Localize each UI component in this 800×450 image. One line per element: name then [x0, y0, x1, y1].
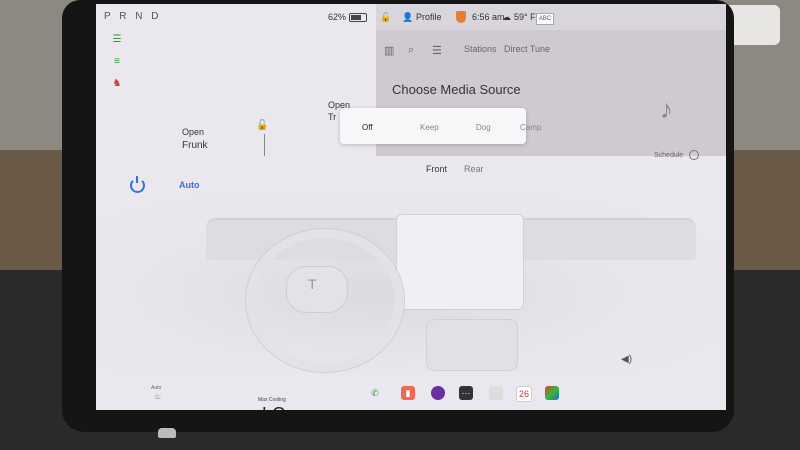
sentry-shield-icon[interactable] — [456, 11, 466, 23]
climate-off-option[interactable]: Off — [362, 123, 373, 132]
profile-icon[interactable]: 👤 — [402, 12, 413, 23]
steering-hub-render — [286, 266, 348, 313]
seatbelt-warning-icon: ♞ — [112, 78, 122, 89]
notes-app-icon[interactable] — [489, 386, 503, 400]
climate-power-icon[interactable] — [130, 178, 145, 193]
seat-heater-icon[interactable]: ♨ — [154, 392, 161, 401]
phone-app-icon[interactable]: ✆ — [368, 386, 382, 400]
car-outline — [264, 134, 265, 156]
trunk-label: Tr — [328, 112, 337, 122]
battery-percent: 62% — [328, 12, 347, 22]
car-settings-icon[interactable] — [158, 428, 176, 438]
climate-keep-popup: Off Keep Dog Camp — [340, 108, 541, 144]
frunk-open-label: Open — [182, 127, 205, 137]
keep-climate-option[interactable]: Keep — [420, 123, 439, 132]
camp-mode-option[interactable]: Camp — [520, 123, 541, 132]
seat-auto-label: Auto — [151, 385, 162, 391]
dog-mode-option[interactable]: Dog — [476, 123, 491, 132]
console-render — [426, 319, 518, 371]
schedule-clock-icon[interactable] — [689, 150, 699, 160]
tesla-logo-icon: T — [308, 276, 317, 292]
schedule-link[interactable]: Schedule — [654, 152, 683, 159]
climate-mode-label: Max Cooling — [258, 397, 286, 403]
rear-zone-tab[interactable]: Rear — [464, 164, 484, 174]
front-zone-tab[interactable]: Front — [426, 164, 447, 174]
airbag-badge: ABC — [536, 13, 554, 25]
media-source-heading: Choose Media Source — [392, 82, 521, 97]
tab-stations[interactable]: Stations — [464, 44, 497, 54]
media-app-icon[interactable]: ▮ — [401, 386, 415, 400]
camera-app-icon[interactable] — [431, 386, 445, 400]
calendar-app-icon[interactable]: 26 — [516, 386, 532, 402]
volume-icon[interactable]: ◀) — [621, 354, 632, 365]
media-library-icon[interactable]: ▥ — [384, 44, 394, 57]
games-app-icon[interactable] — [545, 386, 559, 400]
lock-icon[interactable]: 🔓 — [256, 120, 268, 131]
tab-direct-tune[interactable]: Direct Tune — [504, 44, 550, 54]
headlight-icon: ☰ — [112, 34, 122, 45]
battery-icon — [349, 13, 367, 22]
music-note-icon: ♪ — [660, 94, 673, 124]
climate-auto-button[interactable]: Auto — [179, 180, 200, 190]
lock-status-icon[interactable]: 🔓 — [380, 12, 391, 23]
clock: 6:56 am — [472, 12, 505, 22]
more-apps-icon[interactable]: ⋯ — [459, 386, 473, 400]
temperature: 59° F — [514, 12, 536, 22]
cabin-temperature[interactable]: LO — [262, 404, 286, 410]
profile-label[interactable]: Profile — [416, 12, 442, 22]
frunk-label: Frunk — [182, 140, 208, 151]
center-screen-render — [396, 214, 524, 310]
media-list-icon[interactable]: ☰ — [432, 44, 442, 57]
gear-indicator: P R N D — [104, 11, 162, 22]
media-search-icon[interactable]: ⌕ — [408, 44, 414, 57]
frunk-control[interactable]: Open Frunk — [182, 126, 208, 152]
touchscreen: P R N D 62% ☰ ≡ ♞ Open Frunk 🔓 Open Tr 🔓… — [96, 4, 726, 410]
status-bar: 🔓 👤 Profile 6:56 am ☁ 59° F ABC — [376, 4, 726, 30]
parking-light-icon: ≡ — [114, 56, 120, 67]
weather-icon: ☁ — [502, 12, 511, 22]
